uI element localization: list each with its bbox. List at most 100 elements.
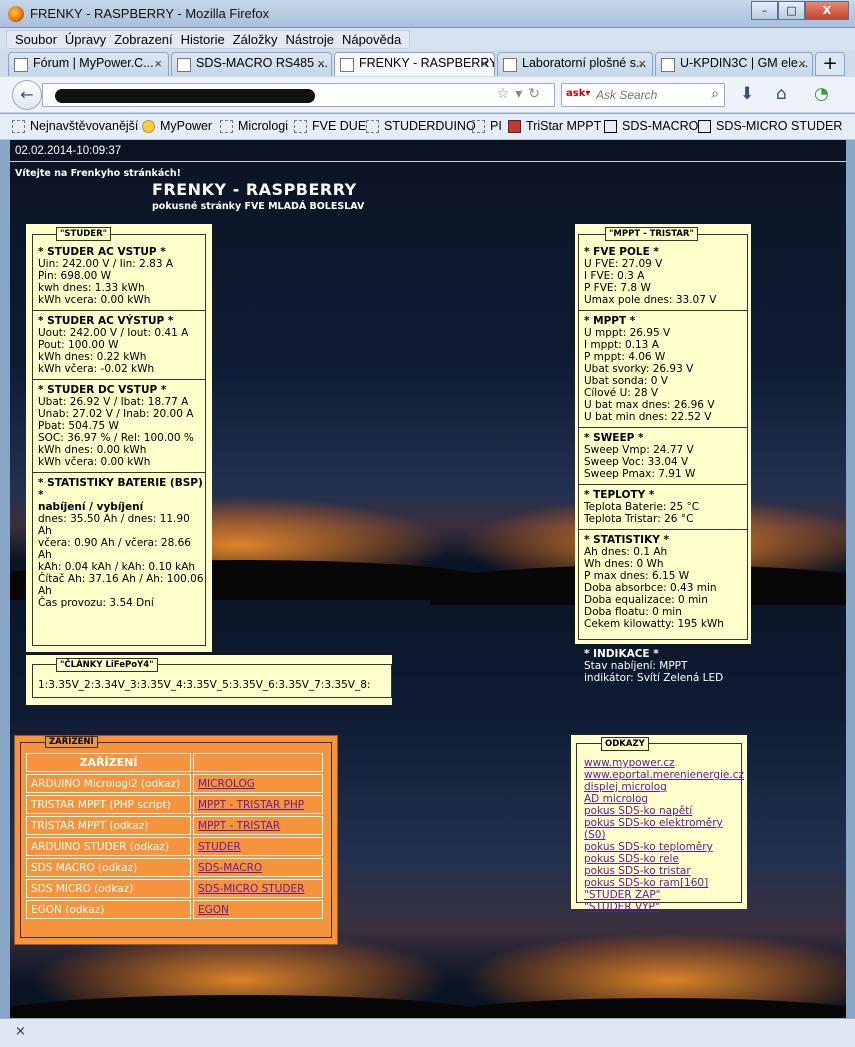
device-name: SDS MICRO (odkaz) <box>26 879 191 898</box>
tab-label: Fórum | MyPower.C... <box>33 56 154 70</box>
bookmark-sds-micro-studer[interactable]: SDS-MICRO STUDER <box>698 119 842 133</box>
search-input[interactable] <box>596 86 700 104</box>
tab-mypower[interactable]: Fórum | MyPower.C... × <box>8 52 169 76</box>
temperatures: * TEPLOTY * Teplota Baterie: 25 °C Teplot… <box>578 485 748 530</box>
minimize-button[interactable]: – <box>751 1 778 20</box>
mppt-panel: "MPPT - TRISTAR" * FVE POLE * U FVE: 27.… <box>575 224 751 644</box>
cells-panel: "ČLÁNKY LiFePoY4" 1:3.35V_2:3.34V_3:3.35… <box>26 655 392 705</box>
bookmark-studerduino[interactable]: STUDERDUINO <box>366 119 476 133</box>
smiley-icon <box>142 120 155 133</box>
addon-icon[interactable]: ◔ <box>814 84 829 104</box>
tab-laboratorni[interactable]: Laboratorní plošné s... × <box>497 52 653 76</box>
tab-sds-macro[interactable]: SDS-MACRO RS485 ... × <box>171 52 332 76</box>
tab-u-kpdin3c[interactable]: U-KPDIN3C | GM ele... × <box>655 52 813 76</box>
download-icon[interactable]: ⬇ <box>740 84 754 104</box>
search-box[interactable]: ask▾ ⌕ <box>561 83 725 107</box>
mppt-values: * MPPT * U mppt: 26.95 VI mppt: 0.13 A P… <box>578 311 748 428</box>
close-tab-icon[interactable]: × <box>638 56 646 71</box>
device-name: TRISTAR MPPT (odkaz) <box>26 816 191 835</box>
new-tab-button[interactable]: + <box>815 52 845 76</box>
device-link-egon[interactable]: EGON <box>198 904 229 916</box>
welcome-text: Vítejte na Frenkyho stránkách! <box>15 168 182 179</box>
devices-table: ZAŘÍZENÍ ARDUINO Micrologi2 (odkaz) MICR… <box>24 751 325 921</box>
device-link-studer[interactable]: STUDER <box>198 841 241 853</box>
search-engine-icon[interactable]: ask▾ <box>566 88 590 99</box>
menu-soubor[interactable]: Soubor <box>11 32 61 47</box>
close-tab-icon[interactable]: × <box>480 56 488 71</box>
link-sds-relay[interactable]: pokus SDS-ko rele <box>584 853 744 865</box>
tab-strip: Fórum | MyPower.C... × SDS-MACRO RS485 .… <box>0 50 855 77</box>
link-sds-meters[interactable]: pokus SDS-ko elektroměry (S0) <box>584 817 744 841</box>
tab-frenky-raspberry[interactable]: FRENKY - RASPBERRY × <box>334 52 495 76</box>
sweep-values: * SWEEP * Sweep Vmp: 24.77 V Sweep Voc: 3… <box>578 428 748 485</box>
bookmark-sds-macro[interactable]: SDS-MACRO <box>604 119 698 133</box>
device-link-mppt-tristar-php[interactable]: MPPT - TRISTAR PHP <box>198 799 304 811</box>
cells-legend: "ČLÁNKY LiFePoY4" <box>56 658 158 672</box>
close-tab-icon[interactable]: × <box>798 56 806 71</box>
bookmark-fve-due[interactable]: FVE DUE <box>294 119 366 133</box>
table-row: TRISTAR MPPT (odkaz) MPPT - TRISTAR <box>26 816 323 835</box>
table-row: SDS MACRO (odkaz) SDS-MACRO <box>26 858 323 877</box>
cell-voltages: 1:3.35V_2:3.34V_3:3.35V_4:3.35V_5:3.35V_… <box>38 679 371 691</box>
bookmark-icon <box>472 120 485 133</box>
hill-silhouette <box>430 998 846 1018</box>
close-tab-icon[interactable]: × <box>317 56 325 71</box>
tristar-icon <box>508 120 521 133</box>
page-content: 02.02.2014-10:09:37 Vítejte na Frenkyho … <box>10 140 846 1018</box>
device-link-mppt-tristar[interactable]: MPPT - TRISTAR <box>198 820 280 832</box>
bookmark-pi[interactable]: PI <box>472 119 502 133</box>
device-link-sds-micro-studer[interactable]: SDS-MICRO STUDER <box>198 883 304 895</box>
bookmark-star-icon[interactable]: ☆▾↻ <box>497 86 546 102</box>
page-icon <box>661 58 675 72</box>
close-addon-bar-icon[interactable]: × <box>15 1024 26 1039</box>
links-legend: ODKAZY <box>601 737 649 751</box>
home-icon[interactable]: ⌂ <box>776 84 787 104</box>
redacted-url <box>55 89 315 103</box>
bookmark-mypower[interactable]: MyPower <box>142 119 212 133</box>
bookmark-micrologi[interactable]: Micrologi <box>220 119 288 133</box>
devices-legend: ZAŘÍZENÍ <box>45 736 98 748</box>
link-sds-tristar[interactable]: pokus SDS-ko tristar <box>584 865 744 877</box>
device-link-sds-macro[interactable]: SDS-MACRO <box>198 862 262 874</box>
bookmark-most-visited[interactable]: Nejnavštěvovanější <box>12 119 138 133</box>
link-ad-microlog[interactable]: AD microlog <box>584 793 744 805</box>
firefox-icon <box>8 6 24 22</box>
link-studer-on[interactable]: "STUDER ZAP" <box>584 889 744 901</box>
url-bar[interactable]: ☆▾↻ <box>42 83 555 107</box>
studer-dc-input: * STUDER DC VSTUP * Ubat: 26.92 V / Ibat… <box>32 380 206 473</box>
back-button[interactable]: ← <box>12 80 42 110</box>
close-tab-icon[interactable]: × <box>154 56 162 71</box>
menu-zobrazeni[interactable]: Zobrazení <box>110 32 177 47</box>
menu-upravy[interactable]: Úpravy <box>61 32 110 47</box>
maximize-button[interactable]: □ <box>778 1 805 20</box>
link-sds-ram[interactable]: pokus SDS-ko ram[160] <box>584 877 744 889</box>
link-displej-microlog[interactable]: displej microlog <box>584 781 744 793</box>
link-sds-thermometers[interactable]: pokus SDS-ko teploměry <box>584 841 744 853</box>
table-row: TRISTAR MPPT (PHP script) MPPT - TRISTAR… <box>26 795 323 814</box>
tab-label: FRENKY - RASPBERRY <box>359 56 495 70</box>
menu-nastroje[interactable]: Nástroje <box>282 32 338 47</box>
device-link-micrologi[interactable]: MICROLOG <box>198 778 255 790</box>
tab-label: Laboratorní plošné s... <box>522 56 647 70</box>
statistics: * STATISTIKY * Ah dnes: 0.1 Ah Wh dnes: 0… <box>584 534 724 630</box>
menu-napoveda[interactable]: Nápověda <box>338 32 405 47</box>
link-studer-off[interactable]: "STUDER VYP" <box>584 901 744 913</box>
bookmark-tristar-mppt[interactable]: TriStar MPPT <box>508 119 601 133</box>
link-sds-voltage[interactable]: pokus SDS-ko napětí <box>584 805 744 817</box>
menubar: Soubor Úpravy Zobrazení Historie Záložky… <box>0 28 855 50</box>
link-mypower[interactable]: www.mypower.cz <box>584 757 744 769</box>
menu-zalozky[interactable]: Záložky <box>229 32 282 47</box>
tab-label: U-KPDIN3C | GM ele... <box>680 56 809 70</box>
studer-legend: "STUDER" <box>56 227 112 241</box>
search-icon[interactable]: ⌕ <box>711 86 719 102</box>
sds-icon <box>698 120 711 133</box>
page-icon <box>503 58 517 72</box>
bookmark-icon <box>366 120 379 133</box>
link-eportal[interactable]: www.eportal.merenienergie.cz <box>584 769 744 781</box>
menu-historie[interactable]: Historie <box>177 32 229 47</box>
device-name: TRISTAR MPPT (PHP script) <box>26 795 191 814</box>
close-window-button[interactable]: X <box>805 1 849 20</box>
navigation-bar: ☆▾↻ ← ask▾ ⌕ ⬇ ⌂ ◔ <box>0 77 855 113</box>
status-bar: × <box>0 1018 855 1047</box>
tab-label: SDS-MACRO RS485 ... <box>196 56 328 70</box>
